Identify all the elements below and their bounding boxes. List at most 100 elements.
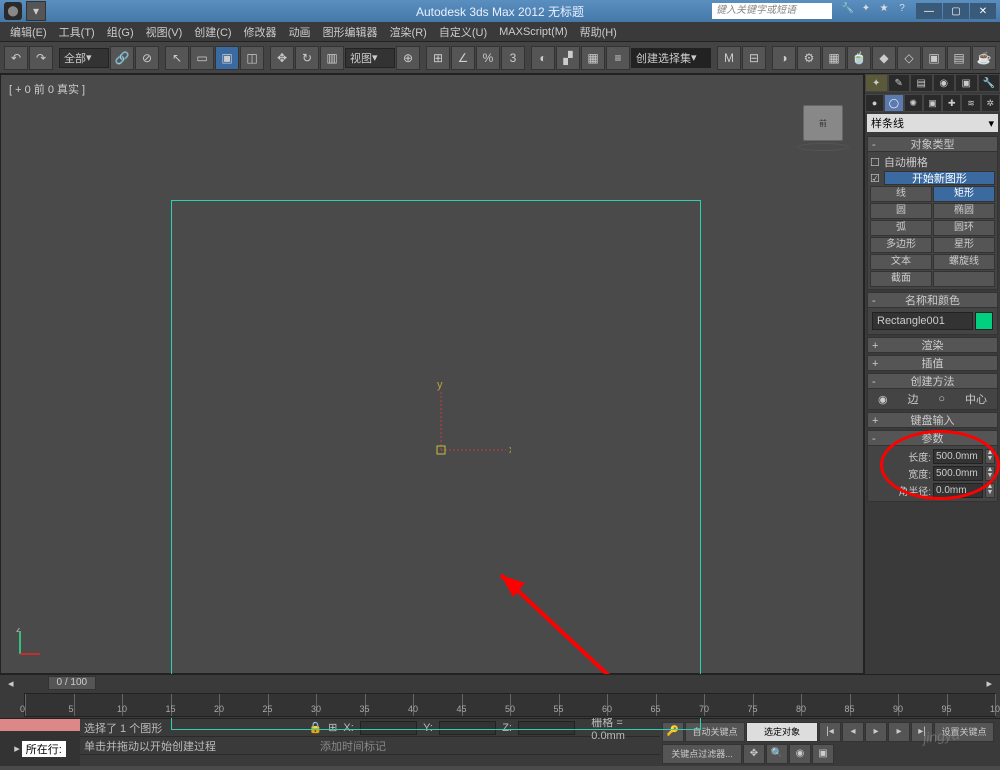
shape-circle[interactable]: 圆: [870, 203, 932, 219]
rollout-obj-type[interactable]: 对象类型: [867, 136, 998, 152]
select-rect-button[interactable]: ▣: [215, 46, 239, 70]
length-input[interactable]: 500.0mm: [933, 449, 983, 464]
startnew-checkbox[interactable]: ☑: [870, 172, 880, 185]
time-ruler[interactable]: 0510152025303540455055606570758085909510…: [24, 693, 996, 717]
tab-create[interactable]: ✦: [865, 74, 888, 92]
menu-script[interactable]: MAXScript(M): [493, 26, 573, 38]
move-button[interactable]: ✥: [270, 46, 294, 70]
menu-modifiers[interactable]: 修改器: [238, 24, 283, 40]
sub-shapes[interactable]: ◯: [884, 94, 903, 112]
scale-button[interactable]: ▥: [320, 46, 344, 70]
unlink-button[interactable]: ⊘: [135, 46, 159, 70]
select-name-button[interactable]: ▭: [190, 46, 214, 70]
named-selection-input[interactable]: 创建选择集▾: [631, 48, 711, 68]
spinner-snap[interactable]: 3: [501, 46, 525, 70]
width-spinner[interactable]: ▲▼: [985, 466, 995, 481]
viewport-label[interactable]: [ + 0 前 0 真实 ]: [9, 81, 85, 97]
rollout-interp[interactable]: 插值: [867, 355, 998, 371]
select-button[interactable]: ↖: [165, 46, 189, 70]
key-filter-button[interactable]: 关键点过滤器...: [662, 744, 742, 764]
shape-ngon[interactable]: 多边形: [870, 237, 932, 253]
shape-text[interactable]: 文本: [870, 254, 932, 270]
shape-section[interactable]: 截面: [870, 271, 932, 287]
time-next[interactable]: ▸: [986, 677, 992, 690]
rollout-render[interactable]: 渲染: [867, 337, 998, 353]
minimize-button[interactable]: —: [916, 3, 942, 19]
nav-pan-button[interactable]: ✥: [743, 744, 765, 764]
width-input[interactable]: 500.0mm: [933, 466, 983, 481]
help-d-icon[interactable]: ?: [894, 3, 910, 19]
rectangle-shape[interactable]: [171, 200, 701, 730]
align-button[interactable]: ▦: [581, 46, 605, 70]
viewport[interactable]: [ + 0 前 0 真实 ] 前 x y z: [0, 74, 864, 674]
window-crossing-button[interactable]: ◫: [240, 46, 264, 70]
schematic-button[interactable]: ⊟: [742, 46, 766, 70]
rotate-button[interactable]: ↻: [295, 46, 319, 70]
shape-donut[interactable]: 圆环: [933, 220, 995, 236]
radio-edge[interactable]: ◉: [878, 393, 888, 406]
redo-button[interactable]: ↷: [29, 46, 53, 70]
object-color-swatch[interactable]: [975, 312, 993, 330]
app-logo-icon[interactable]: ⬤: [4, 2, 22, 20]
render-button[interactable]: 🍵: [847, 46, 871, 70]
viewcube[interactable]: 前: [803, 105, 843, 141]
maximize-button[interactable]: ▢: [943, 3, 969, 19]
menu-anim[interactable]: 动画: [283, 24, 317, 40]
coord-sys-select[interactable]: 视图▾: [345, 48, 395, 68]
nav-max-button[interactable]: ▣: [812, 744, 834, 764]
tool-c[interactable]: ▣: [922, 46, 946, 70]
menu-view[interactable]: 视图(V): [140, 24, 189, 40]
tab-hierarchy[interactable]: ▤: [910, 74, 933, 92]
sub-helpers[interactable]: ✚: [942, 94, 961, 112]
menu-group[interactable]: 组(G): [101, 24, 140, 40]
next-frame-button[interactable]: ▸: [888, 722, 910, 742]
undo-button[interactable]: ↶: [4, 46, 28, 70]
tab-display[interactable]: ▣: [955, 74, 978, 92]
play-button[interactable]: ▸: [865, 722, 887, 742]
qat-btn[interactable]: ▾: [26, 1, 46, 21]
script-mini-listener[interactable]: [0, 719, 80, 731]
tool-b[interactable]: ◇: [897, 46, 921, 70]
length-spinner[interactable]: ▲▼: [985, 449, 995, 464]
radio-center[interactable]: ○: [938, 393, 945, 405]
corner-input[interactable]: 0.0mm: [933, 483, 983, 498]
tool-d[interactable]: ▤: [947, 46, 971, 70]
nav-orbit-button[interactable]: ◉: [789, 744, 811, 764]
render-frame-button[interactable]: ▦: [822, 46, 846, 70]
named-sel[interactable]: ◐: [531, 46, 555, 70]
sub-lights[interactable]: ✺: [904, 94, 923, 112]
help-a-icon[interactable]: 🔧: [840, 3, 856, 19]
shape-arc[interactable]: 弧: [870, 220, 932, 236]
menu-render[interactable]: 渲染(R): [384, 24, 433, 40]
menu-tools[interactable]: 工具(T): [53, 24, 101, 40]
prev-frame-button[interactable]: ◂: [842, 722, 864, 742]
pivot-button[interactable]: ⊕: [396, 46, 420, 70]
time-prev[interactable]: ◂: [8, 677, 14, 690]
sub-sys[interactable]: ✲: [981, 94, 1000, 112]
menu-edit[interactable]: 编辑(E): [4, 24, 53, 40]
link-button[interactable]: 🔗: [110, 46, 134, 70]
shape-line[interactable]: 线: [870, 186, 932, 202]
tool-e[interactable]: ☕: [972, 46, 996, 70]
help-c-icon[interactable]: ★: [876, 3, 892, 19]
shape-helix[interactable]: 螺旋线: [933, 254, 995, 270]
object-name-input[interactable]: Rectangle001: [872, 312, 973, 330]
add-time-tag[interactable]: 添加时间标记: [320, 738, 386, 754]
startnew-button[interactable]: 开始新图形: [884, 171, 995, 185]
shape-ellipse[interactable]: 椭圆: [933, 203, 995, 219]
angle-snap[interactable]: ∠: [451, 46, 475, 70]
help-b-icon[interactable]: ✦: [858, 3, 874, 19]
tool-a[interactable]: ◆: [872, 46, 896, 70]
shape-category-select[interactable]: 样条线▾: [867, 114, 998, 132]
rollout-create-method[interactable]: 创建方法: [867, 373, 998, 389]
selected-object-select[interactable]: 选定对象: [746, 722, 818, 742]
sub-geom[interactable]: ●: [865, 94, 884, 112]
snap-toggle[interactable]: ⊞: [426, 46, 450, 70]
rollout-keyboard[interactable]: 键盘输入: [867, 412, 998, 428]
nav-zoom-button[interactable]: 🔍: [766, 744, 788, 764]
menu-help[interactable]: 帮助(H): [574, 24, 623, 40]
render-setup-button[interactable]: ⚙: [797, 46, 821, 70]
rollout-params[interactable]: 参数: [867, 430, 998, 446]
shape-star[interactable]: 星形: [933, 237, 995, 253]
curve-editor-button[interactable]: M: [717, 46, 741, 70]
